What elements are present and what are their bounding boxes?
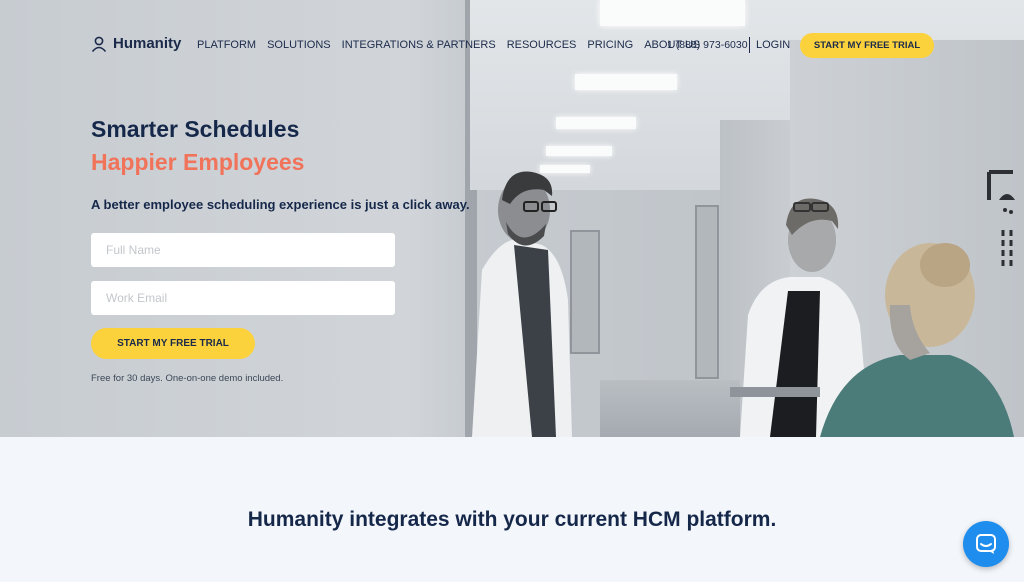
nav-free-trial-button[interactable]: START MY FREE TRIAL — [800, 33, 934, 58]
brand-logo[interactable]: Humanity — [91, 35, 181, 52]
login-link[interactable]: LOGIN — [756, 39, 790, 51]
nav-links: PLATFORM SOLUTIONS INTEGRATIONS & PARTNE… — [197, 39, 711, 51]
brand-name: Humanity — [113, 35, 182, 52]
phone-number[interactable]: 1 (888) 973-6030 — [667, 39, 748, 51]
ceiling-light — [556, 117, 636, 129]
corridor-floor — [600, 380, 740, 437]
shower-sign-icon — [987, 170, 1015, 270]
nav-link-pricing[interactable]: PRICING — [587, 39, 633, 51]
door — [695, 205, 719, 379]
user-outline-icon — [91, 36, 107, 52]
work-email-input[interactable] — [91, 281, 395, 315]
nav-link-resources[interactable]: RESOURCES — [507, 39, 577, 51]
full-name-input[interactable] — [91, 233, 395, 267]
hero-subheadline: A better employee scheduling experience … — [91, 197, 470, 212]
top-navigation: Humanity PLATFORM SOLUTIONS INTEGRATIONS… — [0, 0, 1024, 90]
trial-note: Free for 30 days. One-on-one demo includ… — [91, 373, 284, 384]
nav-divider — [749, 37, 750, 53]
ceiling-light — [546, 146, 612, 156]
doctor-photo — [472, 171, 572, 437]
nav-link-platform[interactable]: PLATFORM — [197, 39, 256, 51]
integrations-heading: Humanity integrates with your current HC… — [247, 508, 777, 531]
chat-bubble-icon — [976, 534, 996, 554]
chat-launcher-button[interactable] — [963, 521, 1009, 567]
hero-headline: Smarter Schedules — [91, 116, 300, 142]
nav-link-solutions[interactable]: SOLUTIONS — [267, 39, 331, 51]
hero-free-trial-button[interactable]: START MY FREE TRIAL — [91, 328, 255, 359]
hero-headline-accent: Happier Employees — [91, 149, 305, 175]
nav-link-integrations[interactable]: INTEGRATIONS & PARTNERS — [342, 39, 496, 51]
